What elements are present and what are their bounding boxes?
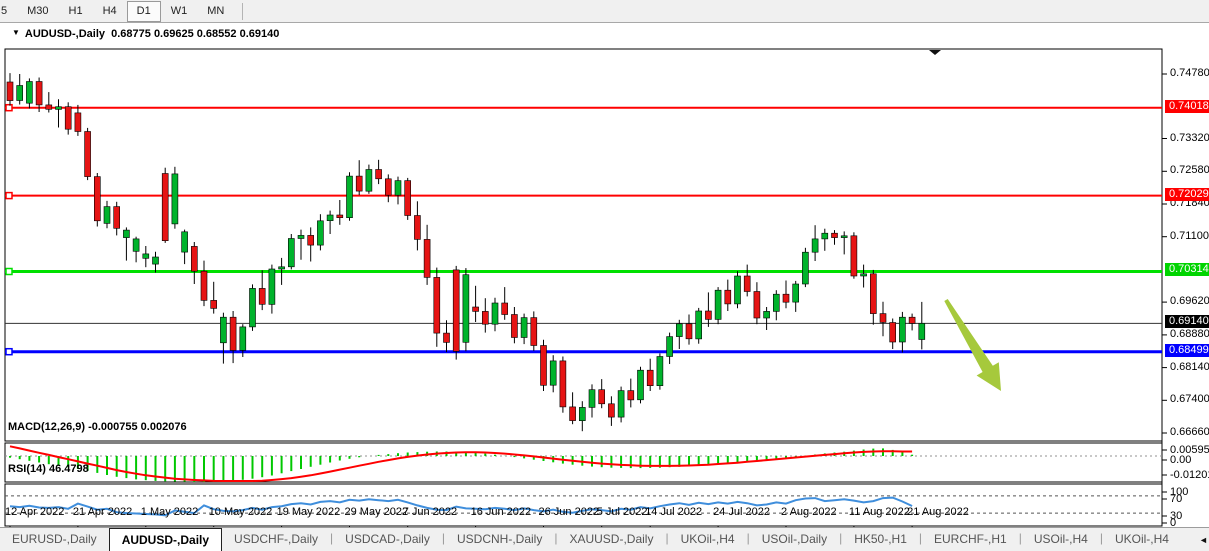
rsi-scale-label: 70 — [1170, 493, 1182, 505]
timeframe-button-w1[interactable]: W1 — [161, 1, 198, 22]
date-tick-label: 7 Jun 2022 — [403, 506, 457, 518]
price-tick-label: 0.69620 — [1170, 295, 1209, 307]
chart-tab-hk50-h1[interactable]: HK50-,H1 — [842, 528, 919, 551]
price-chart-canvas[interactable] — [0, 23, 1209, 527]
macd-indicator-label: MACD(12,26,9) -0.000755 0.002076 — [8, 421, 187, 433]
date-tick-label: 21 Aug 2022 — [907, 506, 969, 518]
tabs-scroll-left-icon[interactable]: ◄ — [1199, 535, 1208, 545]
chart-tab-eurchf-h1[interactable]: EURCHF-,H1 — [922, 528, 1019, 551]
price-level-badge: 0.69140 — [1165, 315, 1209, 328]
chart-ohlc-values: 0.68775 0.69625 0.68552 0.69140 — [111, 28, 279, 40]
chart-tab-ukoil-h4[interactable]: UKOil-,H4 — [669, 528, 747, 551]
timeframe-button-m30[interactable]: M30 — [17, 1, 58, 22]
date-tick-label: 2 Aug 2022 — [781, 506, 837, 518]
price-tick-label: 0.73320 — [1170, 132, 1209, 144]
chart-tab-audusd-daily[interactable]: AUDUSD-,Daily — [109, 528, 222, 551]
date-tick-label: 26 Jun 2022 — [539, 506, 600, 518]
macd-scale-label: -0.012015 — [1170, 469, 1209, 481]
price-tick-label: 0.67400 — [1170, 393, 1209, 405]
chart-tab-usoil-h4[interactable]: USOil-,H4 — [1022, 528, 1100, 551]
macd-scale-label: 0.00 — [1170, 454, 1191, 466]
chart-tab-usdcad-daily[interactable]: USDCAD-,Daily — [333, 528, 442, 551]
date-tick-label: 24 Jul 2022 — [713, 506, 770, 518]
chart-tab-xauusd-daily[interactable]: XAUUSD-,Daily — [557, 528, 665, 551]
price-tick-label: 0.68140 — [1170, 361, 1209, 373]
date-tick-label: 1 May 2022 — [141, 506, 198, 518]
price-tick-label: 0.68880 — [1170, 328, 1209, 340]
chart-tab-usoil-daily[interactable]: USOil-,Daily — [750, 528, 839, 551]
chart-tab-usdcnh-daily[interactable]: USDCNH-,Daily — [445, 528, 554, 551]
toolbar-separator — [242, 3, 243, 20]
chart-dropdown-icon[interactable]: ▼ — [12, 28, 20, 37]
date-tick-label: 11 Aug 2022 — [849, 506, 910, 518]
timeframe-button-d1[interactable]: D1 — [127, 1, 161, 22]
timeframe-button-mn[interactable]: MN — [197, 1, 234, 22]
date-tick-label: 29 May 2022 — [345, 506, 409, 518]
date-tick-label: 19 May 2022 — [277, 506, 341, 518]
price-level-badge: 0.70314 — [1165, 263, 1209, 276]
price-tick-label: 0.66660 — [1170, 426, 1209, 438]
price-tick-label: 0.72580 — [1170, 164, 1209, 176]
chart-tab-eurusd-daily[interactable]: EURUSD-,Daily — [0, 528, 109, 551]
date-tick-label: 10 May 2022 — [209, 506, 273, 518]
price-level-badge: 0.74018 — [1165, 100, 1209, 113]
date-tick-label: 14 Jul 2022 — [645, 506, 702, 518]
chart-tab-usdchf-daily[interactable]: USDCHF-,Daily — [222, 528, 330, 551]
chart-title: ▼ AUDUSD-,Daily 0.68775 0.69625 0.68552 0… — [12, 28, 279, 40]
price-tick-label: 0.74780 — [1170, 67, 1209, 79]
rsi-indicator-label: RSI(14) 46.4798 — [8, 463, 89, 475]
date-tick-label: 21 Apr 2022 — [73, 506, 132, 518]
date-tick-label: 12 Apr 2022 — [5, 506, 64, 518]
chart-window: ▼ AUDUSD-,Daily 0.68775 0.69625 0.68552 0… — [0, 23, 1209, 527]
chart-tab-bar: EURUSD-,DailyAUDUSD-,DailyUSDCHF-,Daily|… — [0, 527, 1209, 551]
price-tick-label: 0.71100 — [1170, 230, 1209, 242]
mt4-terminal-window: 5M30H1H4D1W1MN ▼ AUDUSD-,Daily 0.68775 0.… — [0, 0, 1209, 551]
price-level-badge: 0.72029 — [1165, 188, 1209, 201]
date-tick-label: 16 Jun 2022 — [471, 506, 532, 518]
timeframe-button-h1[interactable]: H1 — [59, 1, 93, 22]
rsi-scale-label: 0 — [1170, 517, 1176, 529]
chart-tab-ukoil-h4[interactable]: UKOil-,H4 — [1103, 528, 1181, 551]
timeframe-button-5[interactable]: 5 — [0, 1, 17, 22]
price-level-badge: 0.68499 — [1165, 344, 1209, 357]
date-tick-label: 5 Jul 2022 — [597, 506, 648, 518]
timeframe-toolbar: 5M30H1H4D1W1MN — [0, 0, 1209, 23]
timeframe-button-h4[interactable]: H4 — [93, 1, 127, 22]
chart-symbol-label: AUDUSD-,Daily — [25, 28, 105, 40]
